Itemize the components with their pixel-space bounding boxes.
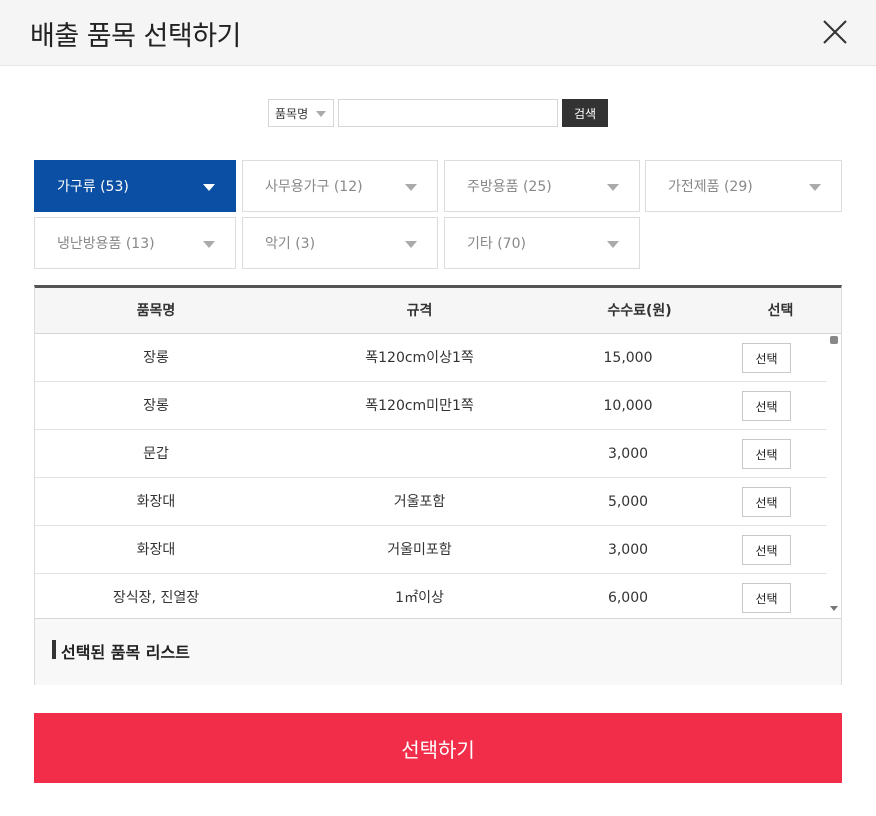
category-label: 악기 (3)	[265, 236, 316, 252]
modal-title: 배출 품목 선택하기	[30, 21, 241, 52]
select-item-button[interactable]: 선택	[742, 535, 791, 565]
selected-items-title: 선택된 품목 리스트	[61, 643, 190, 662]
chevron-down-icon	[607, 184, 619, 191]
column-header-select: 선택	[767, 303, 794, 319]
search-input[interactable]	[338, 99, 558, 127]
item-name: 장식장, 진열장	[112, 590, 200, 606]
chevron-down-icon	[203, 241, 215, 248]
table-row: 장롱 폭120cm이상1쪽 15,000 선택	[35, 334, 827, 382]
chevron-down-icon	[405, 241, 417, 248]
close-icon[interactable]	[820, 17, 850, 47]
scrollbar-thumb[interactable]	[830, 336, 838, 344]
item-name: 문갑	[143, 446, 169, 462]
search-button[interactable]: 검색	[562, 99, 608, 127]
chevron-down-icon	[203, 184, 215, 191]
item-spec	[277, 430, 562, 478]
category-tab-heating-cooling[interactable]: 냉난방용품 (13)	[34, 217, 236, 269]
item-fee: 3,000	[607, 446, 649, 462]
item-spec: 폭120cm이상1쪽	[365, 350, 474, 366]
category-tab-office-furniture[interactable]: 사무용가구 (12)	[242, 160, 438, 212]
table-row: 문갑 3,000 선택	[35, 430, 827, 478]
table-row: 화장대 거울미포함 3,000 선택	[35, 526, 827, 574]
select-item-button[interactable]: 선택	[742, 487, 791, 517]
chevron-down-icon	[405, 184, 417, 191]
select-item-button[interactable]: 선택	[742, 343, 791, 373]
item-fee: 6,000	[607, 590, 649, 606]
category-label: 냉난방용품 (13)	[57, 236, 155, 252]
column-header-name: 품목명	[136, 303, 176, 319]
table-row: 장롱 폭120cm미만1쪽 10,000 선택	[35, 382, 827, 430]
scroll-down-arrow-icon[interactable]	[830, 606, 838, 611]
item-name: 장롱	[143, 398, 169, 414]
item-name: 화장대	[136, 542, 176, 558]
select-item-button[interactable]: 선택	[742, 583, 791, 613]
category-label: 가전제품 (29)	[668, 179, 753, 195]
search-type-value: 품목명	[275, 106, 309, 121]
table-scrollbar[interactable]	[827, 334, 841, 618]
item-name: 화장대	[136, 494, 176, 510]
column-header-fee: 수수료(원)	[607, 303, 672, 319]
item-spec: 폭120cm미만1쪽	[365, 398, 474, 414]
category-tab-kitchen[interactable]: 주방용품 (25)	[444, 160, 640, 212]
search-type-select[interactable]: 품목명	[268, 99, 334, 127]
category-tab-furniture[interactable]: 가구류 (53)	[34, 160, 236, 212]
select-item-button[interactable]: 선택	[742, 439, 791, 469]
selected-items-panel: 선택된 품목 리스트	[35, 618, 841, 685]
item-fee: 3,000	[607, 542, 649, 558]
search-bar: 품목명 검색	[268, 99, 608, 127]
modal-header: 배출 품목 선택하기	[0, 0, 876, 66]
item-spec: 거울미포함	[387, 542, 452, 558]
item-fee: 5,000	[607, 494, 649, 510]
submit-button[interactable]: 선택하기	[34, 713, 842, 783]
item-fee: 15,000	[603, 350, 653, 366]
item-name: 장롱	[143, 350, 169, 366]
category-label: 기타 (70)	[467, 236, 526, 252]
section-marker	[52, 640, 56, 659]
category-tab-instruments[interactable]: 악기 (3)	[242, 217, 438, 269]
category-label: 가구류 (53)	[57, 179, 129, 195]
chevron-down-icon	[607, 241, 619, 248]
table-row: 화장대 거울포함 5,000 선택	[35, 478, 827, 526]
select-item-button[interactable]: 선택	[742, 391, 791, 421]
table-body[interactable]: 장롱 폭120cm이상1쪽 15,000 선택 장롱 폭120cm미만1쪽 10…	[35, 334, 841, 618]
category-label: 사무용가구 (12)	[265, 179, 363, 195]
chevron-down-icon	[316, 111, 326, 117]
item-spec: 거울포함	[393, 494, 446, 510]
item-fee: 10,000	[603, 398, 653, 414]
table-header: 품목명 규격 수수료(원) 선택	[35, 288, 841, 334]
item-table: 품목명 규격 수수료(원) 선택 장롱 폭120cm이상1쪽 15,000 선택…	[34, 285, 842, 685]
item-spec: 1㎡이상	[395, 590, 444, 606]
category-tab-etc[interactable]: 기타 (70)	[444, 217, 640, 269]
category-label: 주방용품 (25)	[467, 179, 552, 195]
chevron-down-icon	[809, 184, 821, 191]
column-header-spec: 규격	[406, 303, 433, 319]
table-row: 장식장, 진열장 1㎡이상 6,000 선택	[35, 574, 827, 618]
category-tab-appliances[interactable]: 가전제품 (29)	[645, 160, 842, 212]
